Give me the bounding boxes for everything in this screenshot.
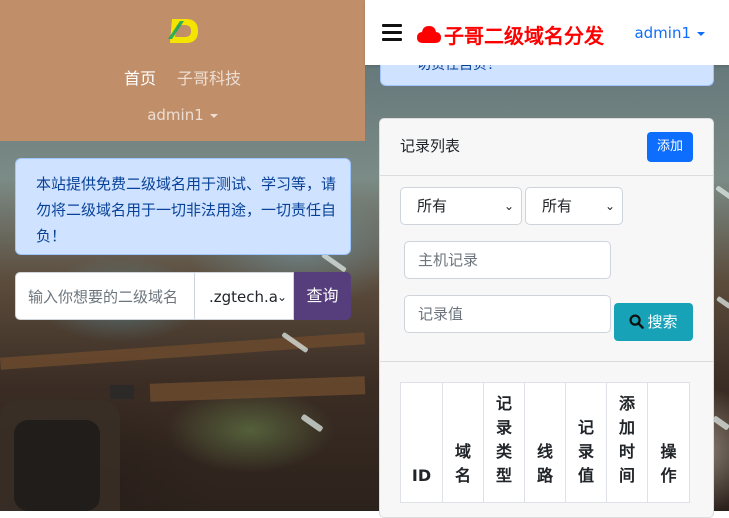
search-button-label: 搜索	[647, 313, 678, 331]
hamburger-icon[interactable]	[382, 24, 402, 42]
suffix-value: .zgtech.a	[209, 288, 278, 306]
column-header: 域名	[442, 382, 484, 503]
column-header: 记录类型	[483, 382, 525, 503]
caret-down-icon	[209, 113, 218, 118]
column-header: 记录值	[565, 382, 607, 503]
chevron-down-icon: ⌄	[604, 199, 615, 213]
caret-down-icon	[697, 31, 705, 36]
add-button[interactable]: 添加	[647, 132, 693, 162]
notice-tail: 切责任自负！	[417, 65, 501, 73]
brand-title: 子哥二级域名分发	[444, 24, 604, 48]
nav-brand-link[interactable]: 子哥科技	[177, 69, 241, 88]
host-record-input[interactable]: 主机记录	[404, 241, 611, 279]
column-header: 添加时间	[606, 382, 648, 503]
user-dropdown-right[interactable]: admin1	[634, 24, 705, 42]
filter2-value: 所有	[542, 197, 573, 215]
record-value-input[interactable]: 记录值	[404, 295, 611, 333]
column-header: 线路	[524, 382, 566, 503]
site-brand[interactable]: 子哥二级域名分发	[417, 20, 604, 49]
chevron-down-icon: ⌄	[503, 199, 514, 213]
record-list-card: 记录列表 添加 所有 ⌄ 所有 ⌄ 主机记录 记录值 搜索 ID 域名 记录类型 线路…	[379, 118, 714, 518]
top-navbar: 子哥二级域名分发 admin1	[365, 0, 729, 65]
notice-alert-partial: 切责任自负！	[380, 65, 714, 86]
filter1-value: 所有	[417, 197, 448, 215]
notice-text: 本站提供免费二级域名用于测试、学习等，请勿将二级域名用于一切非法用途，一切责任自…	[36, 175, 337, 245]
card-title: 记录列表	[400, 137, 461, 155]
search-icon	[629, 314, 645, 329]
column-header: 操作	[647, 382, 690, 503]
table-header-row: ID 域名 记录类型 线路 记录值 添加时间 操作	[400, 382, 690, 503]
filter-select-1[interactable]: 所有 ⌄	[400, 187, 522, 225]
query-button[interactable]: 查询	[294, 272, 351, 320]
logo-icon[interactable]	[166, 17, 200, 45]
filter-select-2[interactable]: 所有 ⌄	[525, 187, 623, 225]
records-table: ID 域名 记录类型 线路 记录值 添加时间 操作	[400, 382, 690, 503]
subdomain-input[interactable]: 输入你想要的二级域名	[15, 272, 194, 320]
card-header: 记录列表 添加	[380, 119, 713, 176]
domain-suffix-select[interactable]: .zgtech.a ⌄	[194, 272, 294, 320]
username: admin1	[147, 106, 204, 124]
chevron-down-icon: ⌄	[276, 290, 287, 304]
cloud-icon	[417, 25, 441, 43]
username-right: admin1	[634, 24, 691, 42]
domain-search-group: 输入你想要的二级域名 .zgtech.a ⌄ 查询	[15, 272, 351, 320]
column-header: ID	[400, 382, 443, 503]
divider	[380, 361, 713, 362]
left-header: 首页 子哥科技 admin1	[0, 0, 365, 141]
notice-alert: 本站提供免费二级域名用于测试、学习等，请勿将二级域名用于一切非法用途，一切责任自…	[15, 158, 351, 255]
user-dropdown[interactable]: admin1	[0, 106, 365, 124]
nav-home-link[interactable]: 首页	[124, 69, 156, 88]
search-button[interactable]: 搜索	[614, 303, 693, 341]
